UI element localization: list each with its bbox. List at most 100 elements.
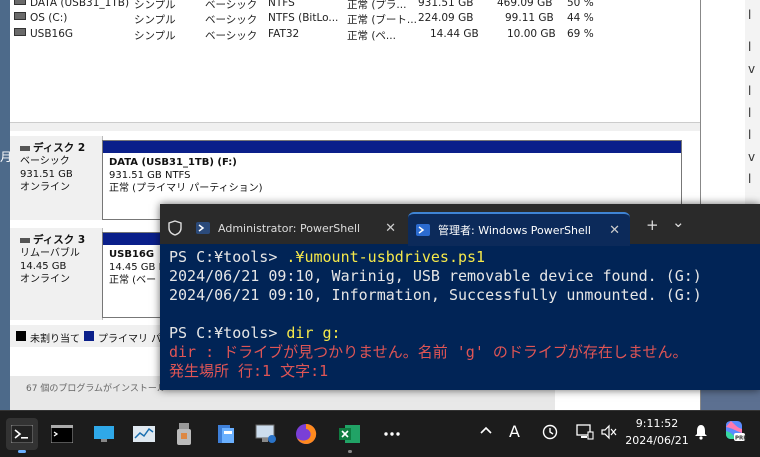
legend-swatch-unallocated bbox=[16, 331, 26, 341]
taskbar-computer-management[interactable] bbox=[250, 418, 282, 450]
drive-icon bbox=[14, 12, 26, 20]
powershell-icon bbox=[196, 222, 210, 234]
excel-icon bbox=[339, 425, 360, 443]
terminal-icon bbox=[11, 425, 33, 443]
volume-name: OS (C:) bbox=[30, 12, 68, 24]
network-icon[interactable] bbox=[576, 424, 594, 444]
terminal-prompt: PS C:¥tools> bbox=[169, 324, 287, 342]
right-text-7: l bbox=[748, 172, 752, 186]
disk-name: ディスク 3 bbox=[33, 234, 86, 246]
terminal-command: dir g: bbox=[286, 324, 341, 342]
active-indicator bbox=[18, 450, 26, 453]
volume-capacity: 931.51 GB bbox=[418, 0, 474, 9]
disk-type: ベーシック bbox=[20, 156, 70, 167]
tab-label: 管理者: Windows PowerShell bbox=[438, 224, 591, 237]
right-text-1: l bbox=[748, 40, 752, 54]
close-icon[interactable]: ✕ bbox=[609, 223, 620, 238]
volume-fs: NTFS (BitLo... bbox=[268, 12, 339, 24]
taskbar-remote-desktop[interactable] bbox=[88, 418, 120, 450]
legend-swatch-primary bbox=[84, 331, 94, 341]
disk-name: ディスク 2 bbox=[33, 142, 86, 154]
close-icon[interactable]: ✕ bbox=[385, 221, 396, 236]
volume-capacity: 224.09 GB bbox=[418, 12, 474, 24]
new-tab-button[interactable]: + bbox=[646, 216, 659, 234]
status-bar-text: 67 個のプログラムがインストール bbox=[26, 384, 166, 394]
taskbar-device-manager[interactable] bbox=[168, 418, 200, 450]
disk-size: 14.45 GB bbox=[20, 261, 67, 272]
computer-icon bbox=[255, 424, 276, 443]
taskbar: A 9:11:52 2024/06/21 PRE bbox=[0, 410, 760, 457]
usb-drive-icon bbox=[177, 423, 191, 445]
volume-layout: シンプル bbox=[134, 14, 176, 26]
disk-icon bbox=[20, 145, 30, 151]
disk-size: 931.51 GB bbox=[20, 169, 73, 180]
volume-capacity: 14.44 GB bbox=[430, 28, 479, 40]
taskbar-firefox[interactable] bbox=[290, 418, 322, 450]
more-icon bbox=[384, 432, 400, 436]
disk-state: オンライン bbox=[20, 182, 70, 193]
terminal-output[interactable]: PS C:¥tools> .¥umount-usbdrives.ps1 2024/… bbox=[160, 244, 760, 390]
disk-icon bbox=[20, 237, 30, 243]
ime-indicator[interactable]: A bbox=[509, 422, 520, 441]
tab-label: Administrator: PowerShell bbox=[218, 221, 361, 235]
disk-management-icon bbox=[218, 425, 234, 443]
taskbar-performance-monitor[interactable] bbox=[128, 418, 160, 450]
taskbar-disk-management[interactable] bbox=[210, 418, 242, 450]
volume-free: 99.11 GB bbox=[505, 12, 554, 24]
pane-splitter[interactable] bbox=[10, 122, 700, 131]
disk-type: リムーバブル bbox=[20, 248, 80, 259]
right-text-4: l bbox=[748, 106, 752, 120]
volume-list-empty-area bbox=[10, 44, 700, 122]
background-window-right: l l v l l l v l bbox=[700, 0, 760, 205]
tab-windows-powershell[interactable]: 管理者: Windows PowerShell ✕ bbox=[408, 212, 630, 246]
terminal-error-line: dir : ドライブが見つかりません。名前 'g' のドライブが存在しません。 bbox=[169, 343, 688, 361]
volume-free: 10.00 GB bbox=[507, 28, 556, 40]
terminal-line: 2024/06/21 09:10, Information, Successfu… bbox=[169, 286, 702, 304]
volume-pct: 50 % bbox=[567, 0, 594, 9]
volume-row[interactable]: OS (C:) シンプル ベーシック NTFS (BitLo... 正常 (ブー… bbox=[10, 12, 700, 28]
tab-dropdown-button[interactable]: ⌄ bbox=[672, 213, 685, 231]
legend-unallocated: 未割り当て bbox=[30, 334, 80, 345]
right-text-5: l bbox=[748, 128, 752, 142]
volume-name: DATA (USB31_1TB) bbox=[30, 0, 130, 9]
volume-layout: シンプル bbox=[134, 30, 176, 42]
copilot-icon[interactable]: PRE bbox=[722, 419, 747, 447]
monitor-icon bbox=[94, 426, 114, 442]
notification-bell-icon[interactable] bbox=[694, 424, 708, 444]
command-prompt-icon bbox=[51, 425, 73, 443]
drive-icon bbox=[14, 28, 26, 36]
volume-pct: 69 % bbox=[567, 28, 594, 40]
volume-pct: 44 % bbox=[567, 12, 594, 24]
taskbar-terminal[interactable] bbox=[6, 418, 38, 453]
terminal-error-line: 発生場所 行:1 文字:1 bbox=[169, 362, 329, 380]
partition-title: DATA (USB31_1TB) (F:) bbox=[109, 157, 237, 168]
terminal-line: PS C:¥tools> dir g: bbox=[169, 324, 760, 343]
volume-status: 正常 (ペ... bbox=[347, 30, 396, 42]
speaker-muted-icon[interactable] bbox=[600, 424, 618, 444]
right-text-2: v bbox=[748, 62, 756, 76]
terminal-window[interactable]: Administrator: PowerShell ✕ 管理者: Windows… bbox=[160, 204, 760, 390]
right-text-3: l bbox=[748, 84, 752, 98]
partition-size: 931.51 GB NTFS bbox=[109, 170, 191, 181]
taskbar-cmd[interactable] bbox=[46, 418, 78, 450]
taskbar-clock[interactable]: 9:11:52 2024/06/21 bbox=[622, 415, 692, 449]
clock-time: 9:11:52 bbox=[635, 417, 679, 430]
clock-date: 2024/06/21 bbox=[625, 434, 689, 447]
terminal-prompt: PS C:¥tools> bbox=[169, 248, 287, 266]
disk-3-label[interactable]: ディスク 3 リムーバブル 14.45 GB オンライン bbox=[10, 228, 103, 320]
taskbar-excel[interactable] bbox=[334, 418, 366, 453]
disk-2-label[interactable]: ディスク 2 ベーシック 931.51 GB オンライン bbox=[10, 136, 103, 220]
tab-admin-powershell[interactable]: Administrator: PowerShell ✕ bbox=[160, 212, 406, 244]
svg-text:PRE: PRE bbox=[735, 436, 746, 442]
taskbar-more-button[interactable] bbox=[376, 418, 408, 450]
volume-row[interactable]: USB16G シンプル ベーシック FAT32 正常 (ペ... 14.44 G… bbox=[10, 28, 700, 44]
volume-type: ベーシック bbox=[205, 14, 258, 26]
chevron-up-icon[interactable] bbox=[480, 424, 492, 439]
drive-icon bbox=[14, 0, 26, 5]
volume-fs: NTFS bbox=[268, 0, 295, 9]
terminal-tab-bar: Administrator: PowerShell ✕ 管理者: Windows… bbox=[160, 204, 760, 246]
focus-assist-icon[interactable] bbox=[542, 424, 558, 444]
volume-type: ベーシック bbox=[205, 0, 258, 11]
right-text-0: l bbox=[748, 8, 752, 22]
